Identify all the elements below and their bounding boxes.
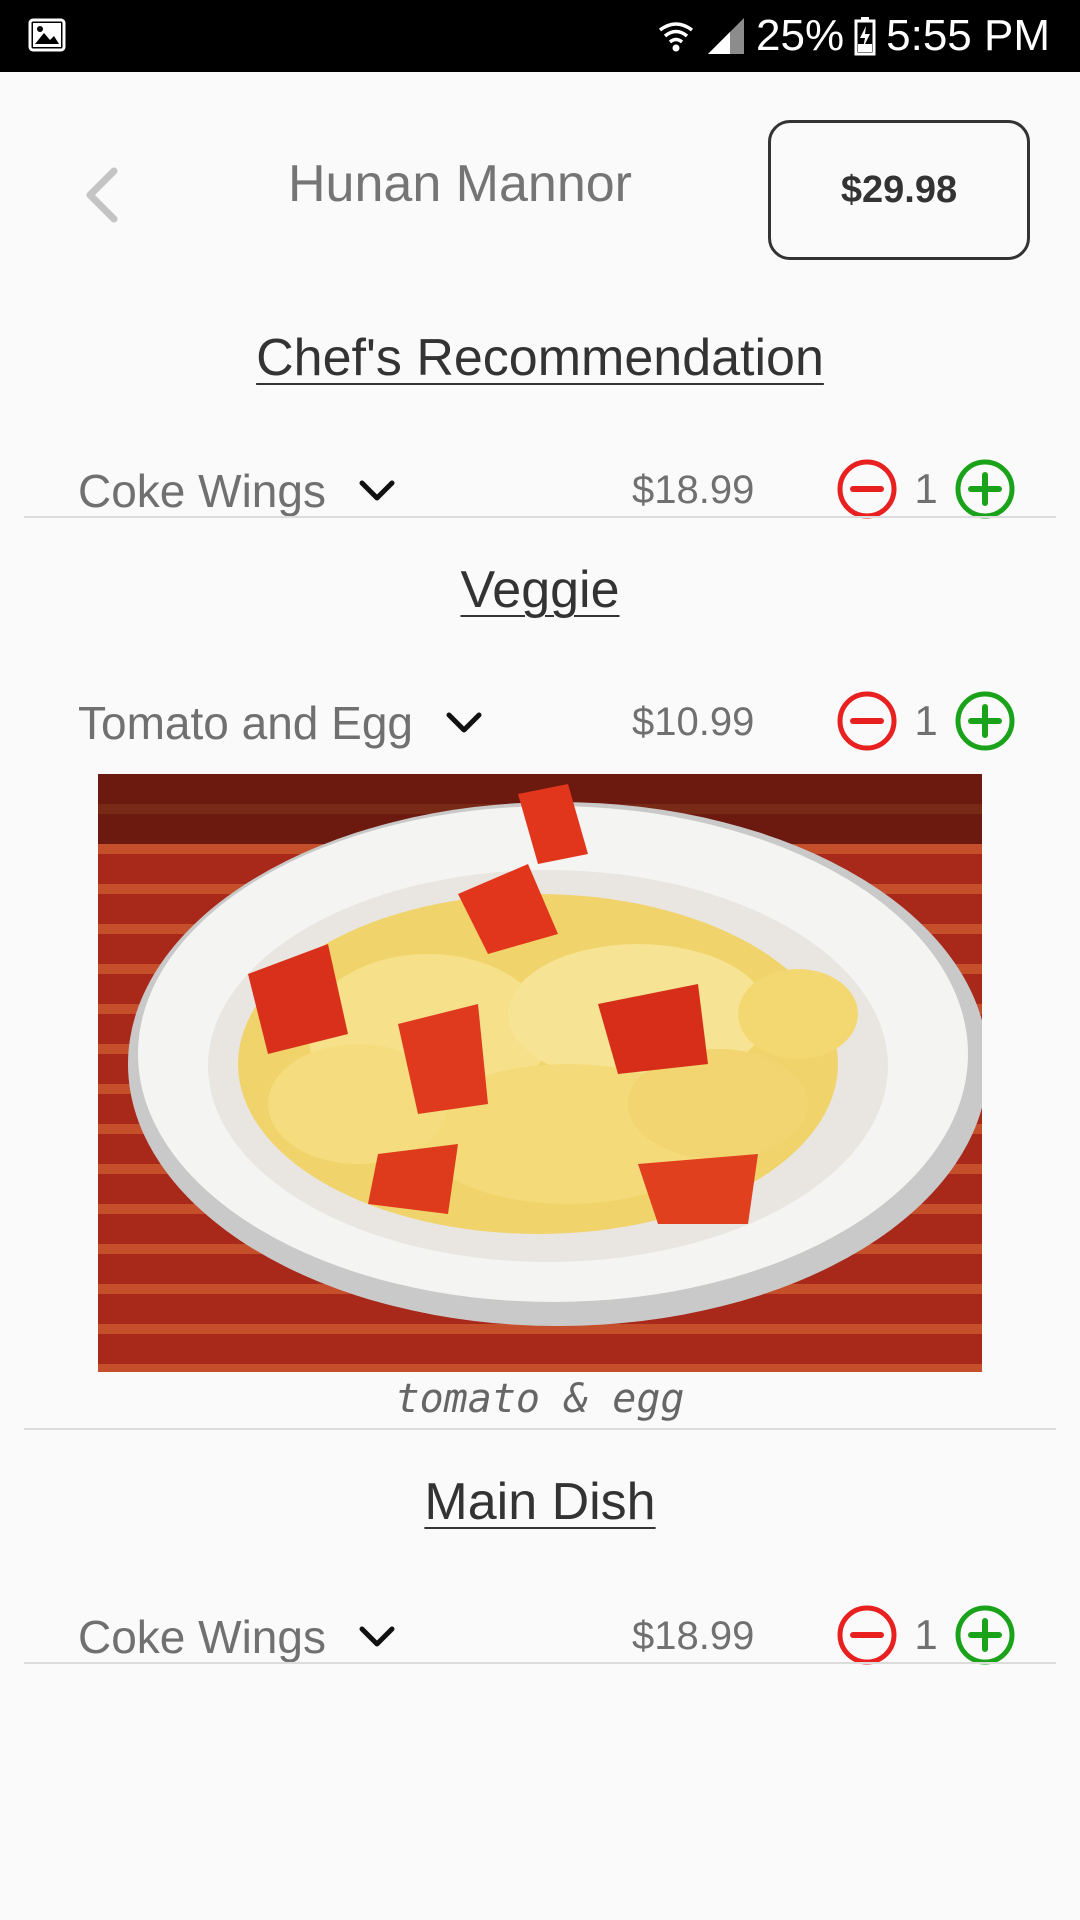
section-title-main-dish: Main Dish	[424, 1473, 656, 1531]
section-title-veggie: Veggie	[460, 561, 620, 619]
page-title: Hunan Mannor	[288, 155, 632, 213]
menu-item-name: Coke Wings	[78, 1611, 326, 1663]
divider	[24, 1662, 1056, 1664]
plus-circle-icon[interactable]	[954, 1604, 1016, 1666]
menu-item-price: $18.99	[632, 468, 755, 512]
app-header: Hunan Mannor $29.98	[0, 72, 1080, 312]
menu-item-name: Coke Wings	[78, 465, 326, 517]
photo-caption: tomato & egg	[395, 1376, 685, 1422]
quantity-value: 1	[914, 1611, 938, 1658]
back-chevron-icon	[86, 167, 118, 223]
chevron-down-icon[interactable]	[358, 477, 396, 505]
quantity-stepper: 1	[836, 690, 1016, 752]
wifi-icon	[658, 22, 694, 52]
dish-photo	[98, 774, 982, 1372]
back-button[interactable]	[72, 160, 132, 230]
battery-icon	[854, 17, 876, 56]
plus-circle-icon[interactable]	[954, 458, 1016, 520]
divider	[24, 516, 1056, 518]
gallery-icon	[28, 18, 66, 52]
battery-percent: 25%	[756, 11, 845, 60]
section-title-chefs-recommendation: Chef's Recommendation	[256, 329, 824, 387]
menu-item-price: $10.99	[632, 700, 755, 744]
minus-circle-icon[interactable]	[836, 690, 898, 752]
menu-item-price: $18.99	[632, 1614, 755, 1658]
minus-circle-icon[interactable]	[836, 458, 898, 520]
quantity-stepper: 1	[836, 458, 1016, 520]
chevron-down-icon[interactable]	[358, 1623, 396, 1651]
menu-item-name: Tomato and Egg	[78, 697, 414, 749]
menu-item-row: Coke Wings $18.99 1	[24, 1576, 1056, 1686]
cart-total-button[interactable]: $29.98	[768, 120, 1030, 260]
quantity-value: 1	[914, 465, 938, 512]
quantity-stepper: 1	[836, 1604, 1016, 1666]
menu-item-row: Tomato and Egg $10.99 1	[24, 662, 1056, 772]
quantity-value: 1	[914, 697, 938, 744]
signal-icon	[708, 18, 745, 54]
status-bar: 25% 5:55 PM	[0, 0, 1080, 72]
minus-circle-icon[interactable]	[836, 1604, 898, 1666]
chevron-down-icon[interactable]	[445, 709, 483, 737]
menu-item-row: Coke Wings $18.99 1	[24, 430, 1056, 540]
clock: 5:55 PM	[886, 11, 1050, 60]
divider	[24, 1428, 1056, 1430]
plus-circle-icon[interactable]	[954, 690, 1016, 752]
